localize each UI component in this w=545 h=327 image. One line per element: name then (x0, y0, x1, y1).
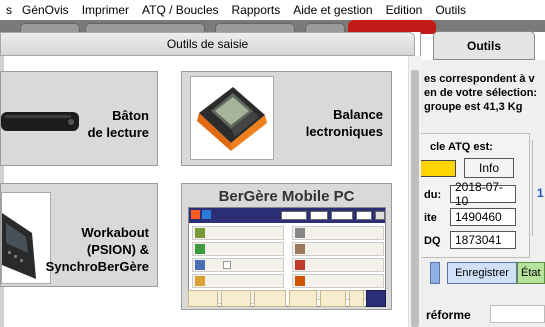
reforme-field[interactable] (490, 305, 545, 323)
bergere-close-icon (191, 210, 200, 219)
bergere-header-button (281, 211, 307, 220)
bergere-bottom-button (254, 290, 286, 307)
bergere-header (189, 208, 385, 223)
bergere-row (192, 274, 284, 288)
tile-baton-lecture[interactable]: Bâton de lecture (0, 71, 158, 166)
selection-info-line: en de votre sélection: (424, 87, 538, 99)
menu-item-edition[interactable]: Edition (386, 0, 423, 20)
bergere-bottom-button (289, 290, 317, 307)
tile-workabout[interactable]: Workabout (PSION) & SynchroBerGère (0, 183, 158, 287)
bergere-row-icon (295, 244, 305, 254)
tile-baton-label: Bâton de lecture (88, 107, 149, 141)
tile-label-line: Balance (333, 107, 383, 122)
bergere-bottom-button (188, 290, 218, 307)
info-button[interactable]: Info (464, 158, 514, 178)
bergere-row (192, 242, 284, 256)
tab-etat[interactable]: État (517, 262, 545, 284)
bergere-row-icon (195, 260, 205, 270)
popup-title: Outils de saisie (0, 32, 415, 56)
bergere-row-field (223, 261, 231, 269)
bergere-title: BerGère Mobile PC (218, 188, 355, 205)
bergere-row (292, 242, 384, 256)
bergere-row-icon (195, 276, 205, 286)
menu-item-rapports[interactable]: Rapports (232, 0, 281, 20)
bergere-header-button (310, 211, 328, 220)
tile-label-line: Bâton (112, 108, 149, 123)
menu-item-genovis[interactable]: GénOvis (22, 0, 69, 20)
tile-label-line: de lecture (87, 125, 149, 140)
field-label-dq: DQ (424, 235, 441, 247)
popup-scrollbar-thumb[interactable] (411, 70, 419, 327)
field-label-date: du: (424, 189, 442, 201)
bergere-header-button (356, 211, 372, 220)
reforme-label: réforme (426, 308, 471, 322)
tile-label-line: lectroniques (305, 124, 383, 139)
bergere-row-icon (295, 260, 305, 270)
selection-info-line: groupe est 41,3 Kg (424, 101, 523, 113)
bergere-bottom-button (320, 290, 346, 307)
workabout-image-frame (1, 192, 51, 284)
menu-bar: s GénOvis Imprimer ATQ / Boucles Rapport… (0, 0, 545, 20)
psion-device-icon (2, 213, 36, 279)
atq-color-indicator (420, 160, 456, 177)
bergere-row (292, 274, 384, 288)
atq-title: cle ATQ est: (430, 141, 493, 153)
bergere-row-icon (295, 276, 305, 286)
handheld-terminal-icon (197, 87, 267, 151)
tile-workabout-label: Workabout (PSION) & SynchroBerGère (46, 224, 149, 275)
tile-balance-label: Balance lectroniques (306, 106, 383, 140)
menu-item-imprimer[interactable]: Imprimer (82, 0, 129, 20)
outils-tab[interactable]: Outils (433, 31, 535, 60)
bergere-bottom-bar (188, 290, 386, 307)
side-number: 1 (537, 186, 544, 200)
menu-item-aide-gestion[interactable]: Aide et gestion (293, 0, 372, 20)
bergere-bottom-button (366, 290, 386, 307)
balance-image-frame (190, 76, 274, 160)
bergere-row-icon (295, 228, 305, 238)
tile-balance[interactable]: Balance lectroniques (181, 71, 392, 166)
tile-label-line: Workabout (81, 225, 149, 240)
bergere-row (192, 258, 284, 272)
date-field[interactable]: 2018-07-10 (450, 180, 516, 208)
menu-item-s[interactable]: s (6, 0, 12, 20)
field-label-site: ite (424, 212, 437, 224)
tile-bergere-mobile[interactable]: BerGère Mobile PC (181, 183, 392, 310)
bergere-row (292, 258, 384, 272)
selection-info: es correspondent à v en de votre sélecti… (424, 72, 537, 114)
menu-item-outils[interactable]: Outils (435, 0, 466, 20)
site-field[interactable]: 1490460 (450, 208, 516, 226)
reader-wand-icon (1, 112, 79, 131)
dq-field[interactable]: 1873041 (450, 231, 516, 249)
selection-info-line: es correspondent à v (424, 73, 535, 85)
bergere-row-icon (195, 244, 205, 254)
bergere-bottom-button (349, 290, 364, 307)
bergere-header-button (331, 211, 353, 220)
panel-divider (532, 140, 533, 236)
bergere-row (292, 226, 384, 240)
bergere-row-icon (195, 228, 205, 238)
menu-item-atq-boucles[interactable]: ATQ / Boucles (142, 0, 218, 20)
tab-enregistrer[interactable]: Enregistrer (447, 262, 517, 284)
tile-label-line: SynchroBerGère (45, 259, 149, 274)
bergere-bottom-button (221, 290, 251, 307)
bergere-header-button (375, 211, 385, 220)
bergere-app-icon (202, 210, 211, 219)
bergere-row (192, 226, 284, 240)
tile-label-line: (PSION) & (86, 242, 149, 257)
tab-blue[interactable] (430, 262, 440, 284)
